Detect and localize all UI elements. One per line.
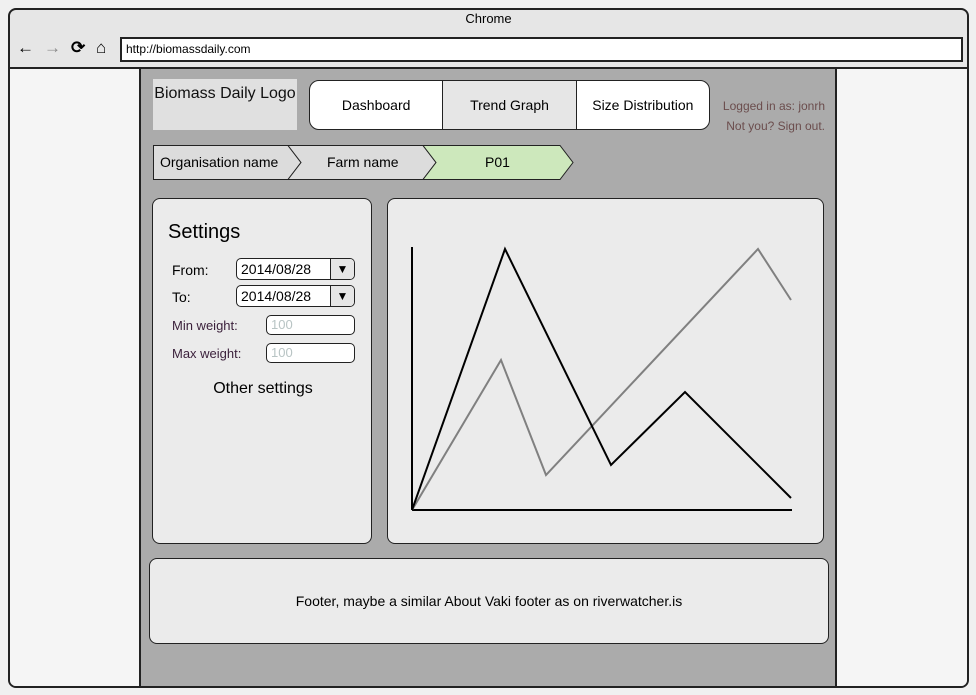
series-line-gray [411, 247, 792, 511]
logo[interactable]: Biomass Daily Logo [153, 79, 297, 130]
main-nav: Dashboard Trend Graph Size Distribution [309, 80, 710, 130]
viewport: Biomass Daily Logo Dashboard Trend Graph… [10, 67, 967, 686]
trend-graph-placeholder [411, 246, 792, 511]
series-line-black [411, 246, 792, 511]
breadcrumb: Organisation name Farm name P01 [153, 145, 574, 180]
back-arrow-icon[interactable]: ← [17, 38, 34, 58]
tab-size-distribution[interactable]: Size Distribution [577, 81, 709, 129]
settings-title: Settings [168, 221, 241, 243]
breadcrumb-label: Organisation name [160, 154, 279, 170]
min-weight-input[interactable]: 100 [266, 315, 355, 335]
to-date-select[interactable]: 2014/08/28 ▼ [236, 285, 355, 307]
logged-in-label: Logged in as: jonrh [722, 99, 825, 113]
breadcrumb-item-organisation[interactable]: Organisation name [153, 145, 302, 180]
to-date-value: 2014/08/28 [241, 288, 312, 304]
chart-panel [387, 198, 824, 544]
sign-out-link[interactable]: Not you? Sign out. [726, 119, 825, 133]
tab-dashboard[interactable]: Dashboard [310, 81, 444, 129]
to-label: To: [172, 289, 191, 305]
other-settings-link[interactable]: Other settings [153, 380, 373, 398]
max-weight-input[interactable]: 100 [266, 343, 355, 363]
breadcrumb-label: P01 [485, 154, 510, 170]
home-icon[interactable]: ⌂ [96, 38, 106, 58]
forward-arrow-icon[interactable]: → [44, 38, 61, 58]
from-label: From: [172, 262, 209, 278]
from-date-value: 2014/08/28 [241, 261, 312, 277]
dropdown-arrow-icon[interactable]: ▼ [330, 286, 354, 306]
footer: Footer, maybe a similar About Vaki foote… [149, 558, 829, 644]
tab-trend-graph[interactable]: Trend Graph [443, 81, 577, 129]
reload-icon[interactable]: ⟳ [71, 38, 85, 58]
window-title: Chrome [465, 11, 512, 26]
min-weight-label: Min weight: [172, 318, 238, 333]
max-weight-label: Max weight: [172, 346, 242, 361]
settings-panel: Settings From: 2014/08/28 ▼ To: 2014/08/2… [152, 198, 372, 544]
dropdown-arrow-icon[interactable]: ▼ [330, 259, 354, 279]
breadcrumb-item-farm[interactable]: Farm name [286, 145, 437, 180]
address-bar[interactable]: http://biomassdaily.com [120, 37, 963, 62]
page: Biomass Daily Logo Dashboard Trend Graph… [139, 69, 837, 686]
browser-window: Chrome ← → ⟳ ⌂ http://biomassdaily.com B… [8, 8, 969, 688]
from-date-select[interactable]: 2014/08/28 ▼ [236, 258, 355, 280]
breadcrumb-item-p01[interactable]: P01 [421, 145, 574, 180]
footer-text: Footer, maybe a similar About Vaki foote… [295, 593, 683, 609]
breadcrumb-label: Farm name [327, 154, 399, 170]
